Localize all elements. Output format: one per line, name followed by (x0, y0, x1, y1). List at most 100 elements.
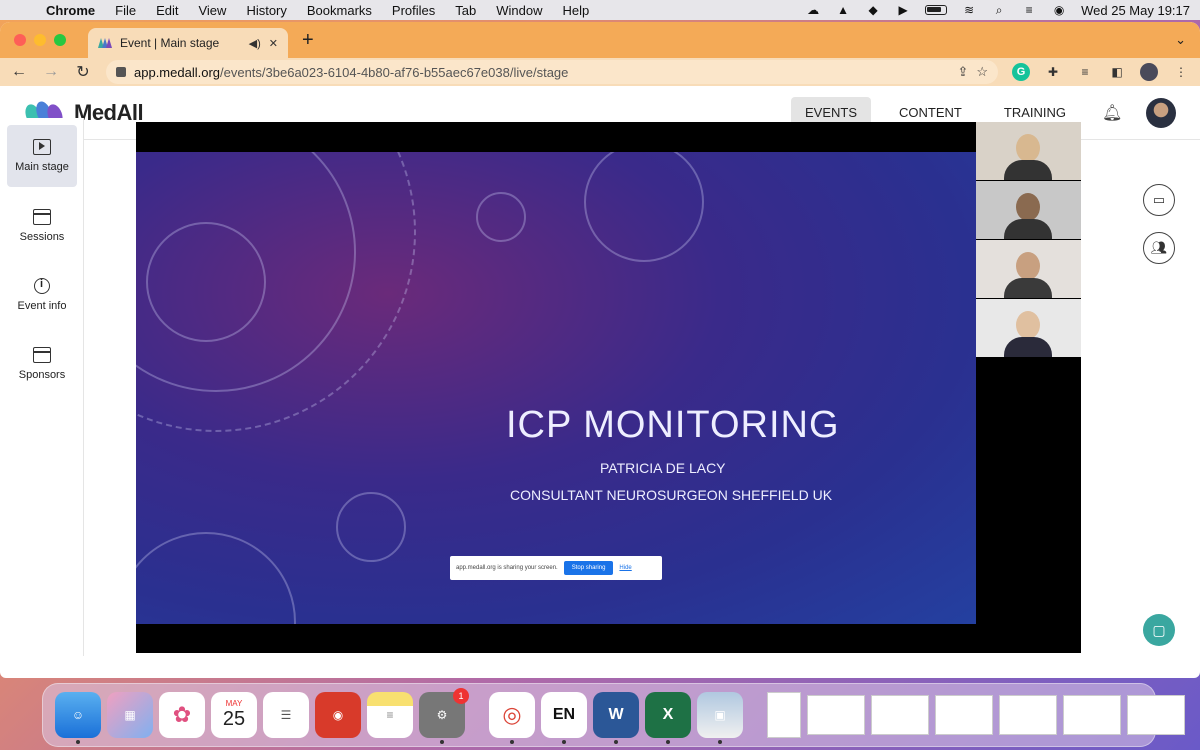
photo-booth-icon[interactable]: ◉ (315, 692, 361, 738)
dropbox-icon[interactable]: ◆ (865, 3, 881, 17)
reload-button[interactable]: ↻ (74, 62, 92, 82)
running-indicator (510, 740, 514, 744)
participant-tile[interactable] (976, 299, 1081, 357)
siri-icon[interactable]: ◉ (1051, 3, 1067, 17)
decorative-ring (584, 152, 704, 262)
battery-icon[interactable] (925, 5, 948, 15)
url-text: app.medall.org/events/3be6a023-6104-4b80… (134, 65, 949, 80)
info-icon (34, 278, 50, 294)
minimized-window-thumbnail[interactable] (871, 695, 929, 735)
adobe-icon[interactable]: ▲ (835, 3, 851, 17)
reading-list-icon[interactable]: ≡ (1076, 63, 1094, 81)
extensions-puzzle-icon[interactable]: ✚ (1044, 63, 1062, 81)
excel-icon[interactable]: X (645, 692, 691, 744)
menu-file[interactable]: File (115, 3, 136, 18)
system-preferences-icon[interactable]: ⚙ 1 (419, 688, 469, 744)
menu-view[interactable]: View (198, 3, 226, 18)
user-avatar[interactable] (1146, 97, 1176, 128)
sidebar-item-main-stage[interactable]: Main stage (7, 125, 77, 187)
minimized-window-thumbnail[interactable] (935, 695, 993, 735)
menu-edit[interactable]: Edit (156, 3, 178, 18)
running-indicator (718, 740, 722, 744)
main-stage-video[interactable]: ICP MONITORING PATRICIA DE LACY CONSULTA… (136, 122, 1081, 653)
close-window-button[interactable] (14, 34, 26, 46)
menu-window[interactable]: Window (496, 3, 542, 18)
document-stack-icon[interactable] (767, 692, 801, 738)
en-label: EN (552, 706, 576, 723)
minimized-window-thumbnail[interactable] (807, 695, 865, 735)
url-path: /events/3be6a023-6104-4b80-af76-b55aec67… (220, 64, 569, 80)
sidebar-item-sponsors[interactable]: Sponsors (7, 333, 77, 395)
profile-avatar-icon[interactable] (1140, 63, 1158, 81)
control-center-icon[interactable]: ≡ (1021, 3, 1037, 17)
side-panel-icon[interactable]: ◧ (1108, 63, 1126, 81)
hide-share-bar-link[interactable]: Hide (619, 565, 631, 571)
spotlight-search-icon[interactable]: ⌕ (991, 3, 1007, 17)
tab-title: Event | Main stage (120, 36, 220, 50)
participant-tile[interactable] (976, 122, 1081, 180)
participant-tile[interactable] (976, 240, 1081, 298)
play-screen-icon (33, 139, 51, 155)
decorative-ring (476, 192, 526, 242)
trash-icon[interactable]: 🗑︎ (1191, 692, 1200, 738)
forward-button[interactable]: → (42, 63, 60, 81)
sidebar-item-event-info[interactable]: Event info (7, 264, 77, 326)
reminders-icon[interactable]: ☰ (263, 692, 309, 738)
more-menu-icon[interactable]: ⋮ (1172, 63, 1190, 81)
calendar-app-icon[interactable]: MAY 25 (211, 692, 257, 738)
menu-history[interactable]: History (246, 3, 286, 18)
sidebar-item-sessions[interactable]: Sessions (7, 195, 77, 257)
participant-tile[interactable] (976, 181, 1081, 239)
grammarly-extension-icon[interactable]: G (1012, 63, 1030, 81)
stop-sharing-button[interactable]: Stop sharing (563, 561, 614, 575)
fullscreen-window-button[interactable] (54, 34, 66, 46)
minimized-window-thumbnail[interactable] (999, 695, 1057, 735)
chat-button[interactable]: ▭ (1143, 184, 1175, 216)
menu-app-name[interactable]: Chrome (46, 3, 95, 18)
creative-cloud-icon[interactable]: ☁ (805, 3, 821, 17)
chrome-icon[interactable]: ◎ (489, 692, 535, 744)
close-tab-icon[interactable]: ✕ (269, 37, 278, 50)
tab-search-chevron-icon[interactable]: ⌄ (1175, 32, 1186, 48)
running-indicator (562, 740, 566, 744)
launchpad-icon[interactable]: ▦ (107, 692, 153, 738)
play-circle-icon[interactable]: ▶ (895, 3, 911, 17)
word-icon[interactable]: W (593, 692, 639, 744)
running-indicator (614, 740, 618, 744)
notes-icon[interactable]: ≡ (367, 692, 413, 738)
bookmark-star-icon[interactable]: ☆ (976, 64, 988, 80)
minimize-window-button[interactable] (34, 34, 46, 46)
slide-presenter-role: CONSULTANT NEUROSURGEON SHEFFIELD UK (510, 487, 833, 503)
menu-date-time[interactable]: Wed 25 May 19:17 (1081, 3, 1190, 18)
attendees-button[interactable]: 👥︎ (1143, 232, 1175, 264)
menu-help[interactable]: Help (563, 3, 590, 18)
address-bar[interactable]: app.medall.org/events/3be6a023-6104-4b80… (106, 60, 998, 84)
notifications-bell-icon[interactable]: 🔔︎ (1102, 103, 1122, 123)
tab-event-main-stage[interactable]: Event | Main stage ◀) ✕ (88, 28, 288, 58)
participant-body (1004, 278, 1052, 298)
speaker-icon[interactable]: ◀) (249, 37, 261, 50)
help-chat-button[interactable]: ▢ (1143, 614, 1175, 646)
participant-body (1004, 219, 1052, 239)
minimized-window-thumbnail[interactable] (1127, 695, 1185, 735)
wifi-icon[interactable]: ≋ (961, 3, 977, 17)
share-icon[interactable]: ⇪ (957, 64, 968, 80)
minimized-window-thumbnail[interactable] (1063, 695, 1121, 735)
decorative-ring (136, 152, 416, 432)
menu-tab[interactable]: Tab (455, 3, 476, 18)
finder-icon[interactable]: ☺ (55, 692, 101, 744)
back-button[interactable]: ← (10, 63, 28, 81)
preview-icon[interactable]: ▣ (697, 692, 743, 744)
tab-bar: Event | Main stage ◀) ✕ + ⌄ (0, 22, 1200, 58)
url-domain: app.medall.org (134, 64, 220, 80)
new-tab-button[interactable]: + (302, 29, 314, 52)
window-controls (14, 34, 66, 46)
menu-profiles[interactable]: Profiles (392, 3, 435, 18)
running-indicator (666, 740, 670, 744)
menu-bookmarks[interactable]: Bookmarks (307, 3, 372, 18)
en-app-icon[interactable]: EN (541, 692, 587, 744)
running-indicator (440, 740, 444, 744)
lock-icon[interactable] (116, 67, 126, 77)
photos-icon[interactable]: ✿ (159, 692, 205, 738)
decorative-ring (136, 532, 296, 624)
